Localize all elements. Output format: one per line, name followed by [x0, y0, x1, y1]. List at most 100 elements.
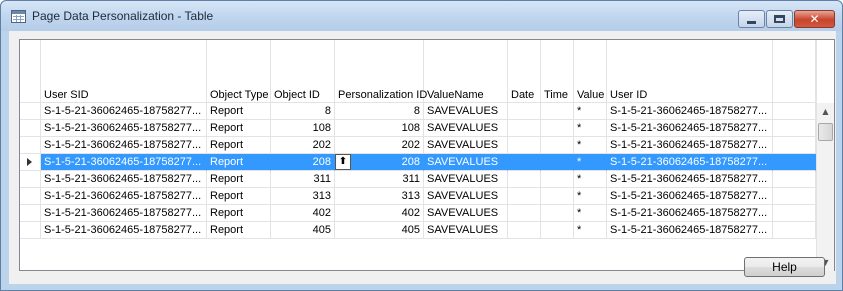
cell-personalization-id[interactable]: 311	[335, 171, 424, 188]
cell-object-type[interactable]: Report	[207, 137, 271, 154]
cell-user-id[interactable]: S-1-5-21-36062465-18758277...	[607, 222, 773, 239]
cell-value-name[interactable]: SAVEVALUES	[424, 154, 508, 171]
cell-value[interactable]: *	[574, 222, 607, 239]
cell-user-sid[interactable]: S-1-5-21-36062465-18758277...	[41, 154, 207, 171]
cell-object-type[interactable]: Report	[207, 188, 271, 205]
cell-value[interactable]: *	[574, 103, 607, 120]
cell-value[interactable]: *	[574, 205, 607, 222]
cell-value-name[interactable]: SAVEVALUES	[424, 171, 508, 188]
cell-personalization-id[interactable]: ⬆ 208	[335, 154, 424, 171]
title-bar[interactable]: Page Data Personalization - Table ✕	[1, 1, 842, 31]
cell-time[interactable]	[541, 120, 574, 137]
cell-time[interactable]	[541, 205, 574, 222]
cell-date[interactable]	[508, 103, 541, 120]
column-header-time[interactable]: Time	[541, 40, 574, 102]
cell-object-id[interactable]: 311	[271, 171, 335, 188]
column-header-object-id[interactable]: Object ID	[271, 40, 335, 102]
close-button[interactable]: ✕	[794, 10, 835, 28]
cell-time[interactable]	[541, 188, 574, 205]
row-selector[interactable]	[20, 222, 41, 239]
cell-user-sid[interactable]: S-1-5-21-36062465-18758277...	[41, 205, 207, 222]
cell-value-name[interactable]: SAVEVALUES	[424, 137, 508, 154]
table-row[interactable]: S-1-5-21-36062465-18758277... Report 311 31…	[20, 171, 816, 188]
column-header-object-type[interactable]: Object Type	[207, 40, 271, 102]
maximize-button[interactable]	[766, 10, 793, 28]
cell-user-sid[interactable]: S-1-5-21-36062465-18758277...	[41, 120, 207, 137]
row-selector[interactable]	[20, 188, 41, 205]
column-header-value-name[interactable]: ValueName	[424, 40, 508, 102]
cell-time[interactable]	[541, 154, 574, 171]
cell-personalization-id[interactable]: 405	[335, 222, 424, 239]
table-row[interactable]: S-1-5-21-36062465-18758277... Report 8 8 SAV…	[20, 103, 816, 120]
cell-personalization-id[interactable]: 8	[335, 103, 424, 120]
cell-user-sid[interactable]: S-1-5-21-36062465-18758277...	[41, 188, 207, 205]
cell-user-id[interactable]: S-1-5-21-36062465-18758277...	[607, 103, 773, 120]
cell-object-id[interactable]: 402	[271, 205, 335, 222]
row-selector[interactable]	[20, 137, 41, 154]
cell-date[interactable]	[508, 120, 541, 137]
cell-user-sid[interactable]: S-1-5-21-36062465-18758277...	[41, 103, 207, 120]
cell-object-type[interactable]: Report	[207, 171, 271, 188]
cell-user-id[interactable]: S-1-5-21-36062465-18758277...	[607, 205, 773, 222]
cell-date[interactable]	[508, 154, 541, 171]
cell-object-id[interactable]: 313	[271, 188, 335, 205]
cell-date[interactable]	[508, 205, 541, 222]
cell-user-id[interactable]: S-1-5-21-36062465-18758277...	[607, 171, 773, 188]
cell-object-type[interactable]: Report	[207, 154, 271, 171]
row-selector[interactable]	[20, 205, 41, 222]
cell-user-sid[interactable]: S-1-5-21-36062465-18758277...	[41, 222, 207, 239]
column-header-user-id[interactable]: User ID	[607, 40, 773, 102]
cell-value[interactable]: *	[574, 154, 607, 171]
column-header-date[interactable]: Date	[508, 40, 541, 102]
cell-object-id[interactable]: 208	[271, 154, 335, 171]
cell-user-sid[interactable]: S-1-5-21-36062465-18758277...	[41, 137, 207, 154]
cell-date[interactable]	[508, 137, 541, 154]
cell-object-type[interactable]: Report	[207, 103, 271, 120]
row-selector[interactable]	[20, 120, 41, 137]
cell-object-type[interactable]: Report	[207, 120, 271, 137]
cell-user-id[interactable]: S-1-5-21-36062465-18758277...	[607, 137, 773, 154]
cell-object-id[interactable]: 202	[271, 137, 335, 154]
help-button[interactable]: Help	[744, 257, 825, 277]
column-header-personalization-id[interactable]: Personalization ID	[335, 40, 427, 102]
cell-value[interactable]: *	[574, 137, 607, 154]
minimize-button[interactable]	[738, 10, 765, 28]
table-row[interactable]: S-1-5-21-36062465-18758277... Report 402 40…	[20, 205, 816, 222]
cell-user-id[interactable]: S-1-5-21-36062465-18758277...	[607, 188, 773, 205]
scroll-thumb[interactable]	[818, 123, 833, 141]
vertical-scrollbar[interactable]: ▲ ▼	[816, 103, 834, 271]
cell-object-id[interactable]: 8	[271, 103, 335, 120]
table-row[interactable]: S-1-5-21-36062465-18758277... Report 405 40…	[20, 222, 816, 239]
cell-object-id[interactable]: 405	[271, 222, 335, 239]
cell-time[interactable]	[541, 222, 574, 239]
cell-time[interactable]	[541, 103, 574, 120]
table-row[interactable]: S-1-5-21-36062465-18758277... Report 313 31…	[20, 188, 816, 205]
table-row[interactable]: S-1-5-21-36062465-18758277... Report 208 ⬆ 2…	[20, 154, 816, 171]
cell-personalization-id[interactable]: 402	[335, 205, 424, 222]
cell-object-type[interactable]: Report	[207, 222, 271, 239]
cell-personalization-id[interactable]: 313	[335, 188, 424, 205]
cell-value-name[interactable]: SAVEVALUES	[424, 188, 508, 205]
cell-user-sid[interactable]: S-1-5-21-36062465-18758277...	[41, 171, 207, 188]
table-row[interactable]: S-1-5-21-36062465-18758277... Report 202 20…	[20, 137, 816, 154]
cell-value[interactable]: *	[574, 188, 607, 205]
cell-time[interactable]	[541, 137, 574, 154]
cell-date[interactable]	[508, 222, 541, 239]
cell-value-name[interactable]: SAVEVALUES	[424, 222, 508, 239]
cell-value-name[interactable]: SAVEVALUES	[424, 103, 508, 120]
row-selector[interactable]	[20, 154, 41, 171]
cell-user-id[interactable]: S-1-5-21-36062465-18758277...	[607, 120, 773, 137]
row-selector[interactable]	[20, 171, 41, 188]
column-header-value[interactable]: Value	[574, 40, 607, 102]
column-header-user-sid[interactable]: User SID	[41, 40, 207, 102]
cell-value-name[interactable]: SAVEVALUES	[424, 205, 508, 222]
cell-personalization-id[interactable]: 108	[335, 120, 424, 137]
cell-date[interactable]	[508, 171, 541, 188]
cell-date[interactable]	[508, 188, 541, 205]
cell-value-name[interactable]: SAVEVALUES	[424, 120, 508, 137]
cell-value[interactable]: *	[574, 171, 607, 188]
row-selector[interactable]	[20, 103, 41, 120]
cell-object-id[interactable]: 108	[271, 120, 335, 137]
cell-user-id[interactable]: S-1-5-21-36062465-18758277...	[607, 154, 773, 171]
cell-personalization-id[interactable]: 202	[335, 137, 424, 154]
